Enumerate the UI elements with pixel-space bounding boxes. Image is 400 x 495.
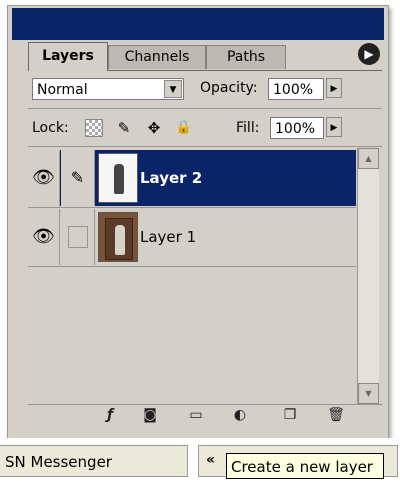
palette-tabs: Layers Channels Paths xyxy=(28,42,382,71)
scroll-up-icon[interactable]: ▲ xyxy=(358,148,379,169)
move-lock-icon[interactable]: ✥ xyxy=(145,119,163,137)
divider xyxy=(28,108,382,109)
lock-label: Lock: xyxy=(32,120,69,136)
visibility-eye-icon[interactable]: 👁 xyxy=(28,150,60,206)
divider xyxy=(28,146,382,147)
tab-paths[interactable]: Paths xyxy=(206,45,286,69)
blend-mode-value: Normal xyxy=(37,82,88,98)
tooltip: Create a new layer xyxy=(226,453,384,479)
opacity-input[interactable]: 100% xyxy=(268,78,324,100)
tray-expand-chevron-icon[interactable]: « xyxy=(206,452,215,468)
tab-channels[interactable]: Channels xyxy=(108,45,206,69)
fill-label: Fill: xyxy=(236,120,260,136)
layers-scrollbar[interactable]: ▲ ▼ xyxy=(357,148,379,404)
layer-row-layer-2[interactable]: 👁 ✎ Layer 2 xyxy=(28,150,356,206)
new-group-folder-icon[interactable]: ▭ xyxy=(186,405,206,425)
brush-icon[interactable]: ✎ xyxy=(61,150,95,206)
layer-mask-icon[interactable]: ◙ xyxy=(140,405,160,425)
link-cell[interactable] xyxy=(61,209,95,265)
layer-row-layer-1[interactable]: 👁 Layer 1 xyxy=(28,209,356,265)
fill-input[interactable]: 100% xyxy=(270,117,324,139)
new-layer-icon[interactable]: ❐ xyxy=(280,405,300,425)
scroll-down-icon[interactable]: ▼ xyxy=(358,383,379,404)
layer-thumbnail xyxy=(98,153,138,203)
divider xyxy=(28,266,356,267)
palette-titlebar[interactable] xyxy=(12,8,384,40)
visibility-eye-icon[interactable]: 👁 xyxy=(28,209,60,265)
layer-thumbnail xyxy=(98,212,138,262)
layer-style-icon[interactable]: ƒ xyxy=(100,405,120,425)
opacity-label: Opacity: xyxy=(200,80,258,96)
opacity-slider-arrow-icon[interactable]: ▶ xyxy=(326,78,342,98)
transparency-lock-icon[interactable] xyxy=(85,119,103,137)
blend-mode-select[interactable]: Normal ▼ xyxy=(32,78,184,100)
divider xyxy=(28,207,356,208)
brush-lock-icon[interactable]: ✎ xyxy=(115,119,133,137)
dropdown-arrow-icon[interactable]: ▼ xyxy=(164,80,182,98)
flyout-menu-arrow-icon[interactable]: ▶ xyxy=(358,43,380,65)
adjustment-layer-icon[interactable]: ◐ xyxy=(230,405,250,425)
taskbar-button-messenger[interactable]: SN Messenger xyxy=(0,445,188,477)
fill-slider-arrow-icon[interactable]: ▶ xyxy=(326,117,342,137)
trash-icon[interactable]: 🗑 xyxy=(326,405,346,425)
tab-layers[interactable]: Layers xyxy=(28,42,108,71)
padlock-icon[interactable]: 🔒 xyxy=(175,119,193,137)
layer-name[interactable]: Layer 2 xyxy=(140,150,202,206)
layer-name[interactable]: Layer 1 xyxy=(140,209,196,265)
